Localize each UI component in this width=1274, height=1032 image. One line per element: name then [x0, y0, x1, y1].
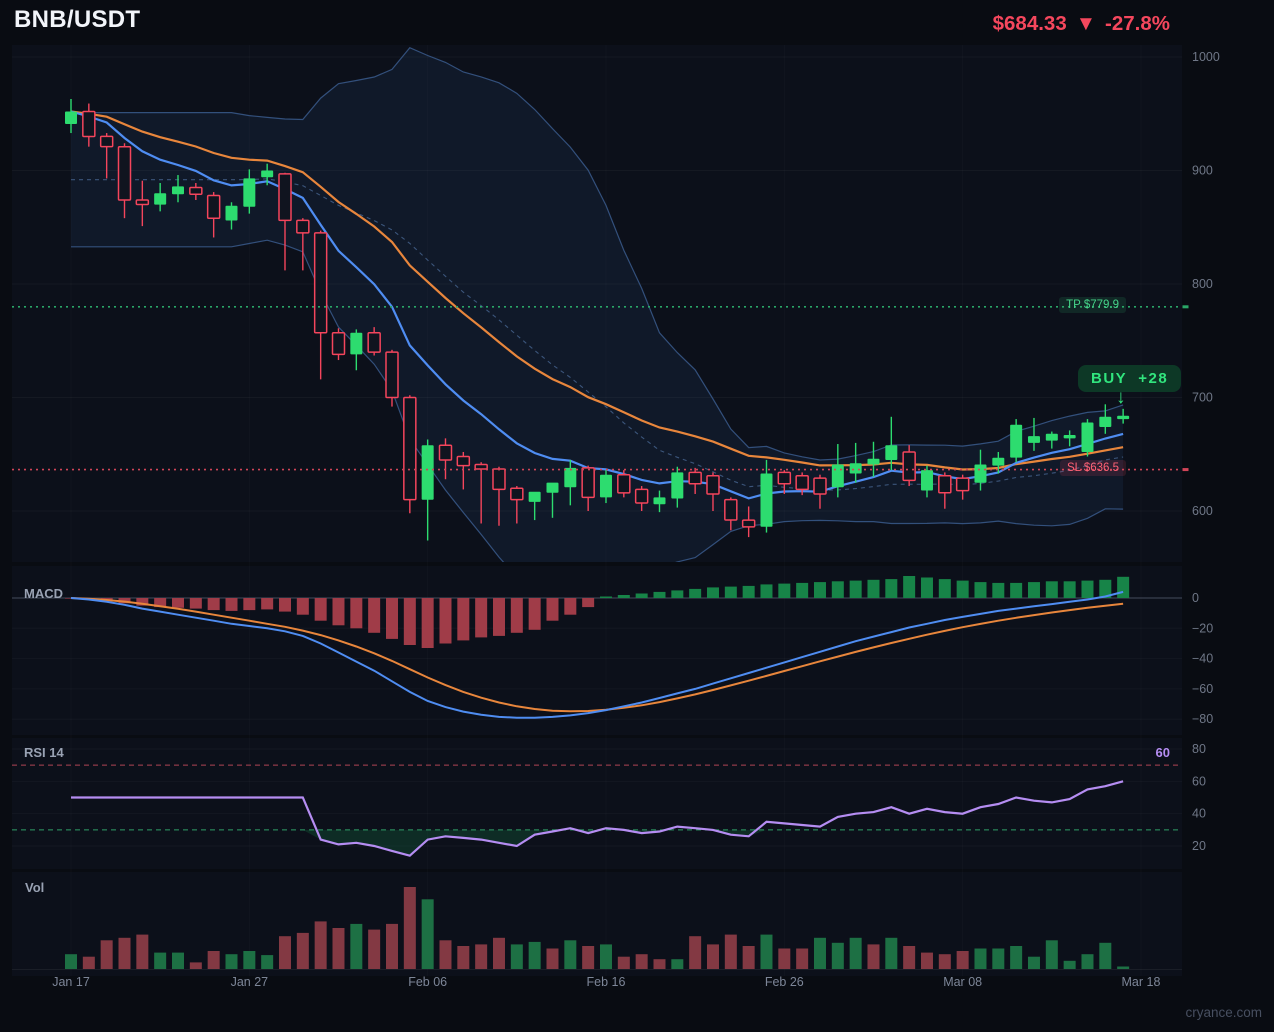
- panel-background: [12, 872, 1182, 976]
- svg-text:40: 40: [1192, 807, 1206, 821]
- svg-text:600: 600: [1192, 504, 1213, 518]
- sl-axis-tick: [1182, 468, 1189, 472]
- tp-axis-tick: [1182, 305, 1189, 309]
- svg-text:Mar 18: Mar 18: [1122, 975, 1161, 989]
- trading-chart-canvas[interactable]: 1000 900 800 700 600 0 −20 −40 −60 −80 80 60 40 20 Jan…: [0, 0, 1274, 1032]
- svg-text:900: 900: [1192, 164, 1213, 178]
- svg-text:80: 80: [1192, 742, 1206, 756]
- svg-text:Feb 16: Feb 16: [587, 975, 626, 989]
- buy-signal-badge[interactable]: BUY +28: [1078, 365, 1182, 392]
- panel-background: [12, 738, 1182, 869]
- take-profit-label[interactable]: TP $779.9: [1059, 296, 1126, 313]
- svg-text:Jan 27: Jan 27: [231, 975, 269, 989]
- macd-panel-label: MACD: [24, 586, 63, 601]
- rsi-current-value: 60: [1155, 745, 1170, 760]
- svg-text:−80: −80: [1192, 712, 1213, 726]
- stop-loss-label[interactable]: SL $636.5: [1059, 459, 1126, 476]
- svg-text:−40: −40: [1192, 652, 1213, 666]
- watermark: cryance.com: [1185, 1005, 1262, 1020]
- svg-text:1000: 1000: [1192, 50, 1220, 64]
- svg-text:800: 800: [1192, 277, 1213, 291]
- buy-signal-arrow-icon: ↓: [1116, 387, 1126, 408]
- svg-text:−60: −60: [1192, 682, 1213, 696]
- svg-text:Mar 08: Mar 08: [943, 975, 982, 989]
- svg-text:0: 0: [1192, 591, 1199, 605]
- rsi-panel-label: RSI 14: [24, 745, 64, 760]
- svg-text:700: 700: [1192, 391, 1213, 405]
- svg-text:Feb 26: Feb 26: [765, 975, 804, 989]
- svg-text:Feb 06: Feb 06: [408, 975, 447, 989]
- svg-text:60: 60: [1192, 774, 1206, 788]
- svg-text:−20: −20: [1192, 621, 1213, 635]
- volume-panel-label: Vol: [25, 880, 45, 895]
- svg-text:20: 20: [1192, 839, 1206, 853]
- svg-text:Jan 17: Jan 17: [52, 975, 90, 989]
